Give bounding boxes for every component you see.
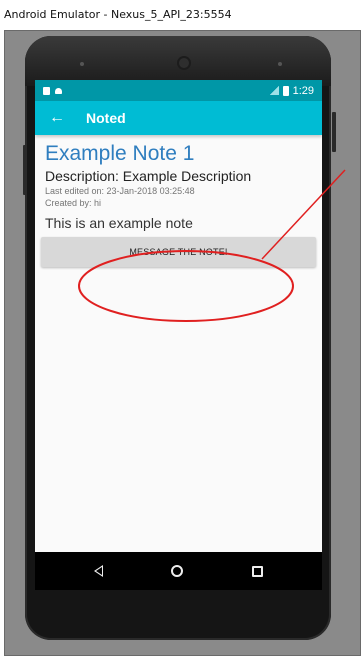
front-camera — [179, 58, 189, 68]
sd-card-icon — [43, 86, 50, 95]
status-time: 1:29 — [292, 84, 314, 97]
sensor-dot — [278, 62, 282, 66]
window-title-bar: Android Emulator - Nexus_5_API_23:5554 — [0, 0, 361, 30]
nav-recents-icon[interactable] — [251, 565, 263, 577]
note-description: Description: Example Description — [45, 168, 252, 184]
phone-top-bezel — [25, 36, 331, 86]
nav-back-icon[interactable] — [94, 565, 104, 577]
window-title: Android Emulator - Nexus_5_API_23:5554 — [4, 8, 232, 21]
status-bar: 1:29 — [35, 80, 322, 101]
android-icon — [55, 87, 62, 94]
nav-home-icon[interactable] — [171, 565, 184, 577]
last-edited-text: Last edited on: 23-Jan-2018 03:25:48 — [45, 186, 195, 196]
arrow-back-icon[interactable]: ← — [49, 109, 79, 127]
device-screen: 1:29 ← Noted Example Note 1 Description:… — [35, 80, 322, 590]
power-button[interactable] — [332, 112, 336, 152]
sensor-dot — [80, 62, 84, 66]
app-title: Noted — [86, 110, 126, 126]
volume-button[interactable] — [23, 145, 27, 195]
note-title: Example Note 1 — [45, 142, 195, 165]
battery-icon — [282, 85, 289, 96]
note-detail: Example Note 1 Description: Example Desc… — [35, 135, 322, 267]
signal-icon — [268, 86, 279, 95]
app-bar: ← Noted — [35, 101, 322, 135]
created-by-text: Created by: hi — [45, 198, 102, 208]
message-note-button[interactable]: MESSAGE THE NOTE! — [41, 237, 316, 267]
note-body: This is an example note — [45, 215, 193, 231]
navigation-bar — [35, 552, 322, 590]
